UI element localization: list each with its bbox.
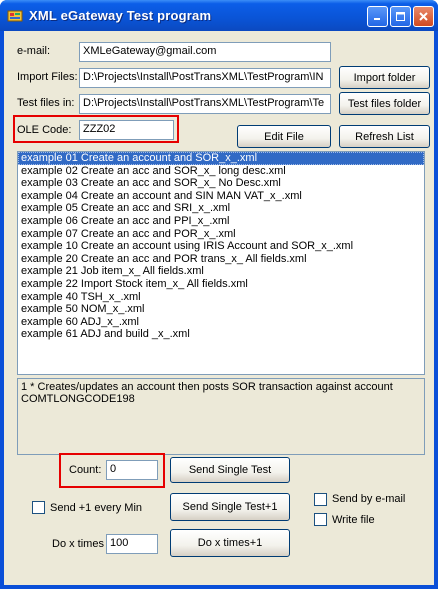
description-line-1: 1 * Creates/updates an account then post… [21, 381, 393, 393]
email-field[interactable]: XMLeGateway@gmail.com [79, 42, 331, 62]
import-files-label: Import Files: [17, 71, 78, 83]
do-x-times-plus1-button[interactable]: Do x times+1 [170, 529, 290, 557]
test-files-field[interactable]: D:\Projects\Install\PostTransXML\TestPro… [79, 94, 331, 114]
list-item[interactable]: example 02 Create an acc and SOR_x_ long… [18, 165, 424, 178]
do-x-times-field[interactable]: 100 [106, 534, 158, 554]
refresh-list-button[interactable]: Refresh List [339, 125, 430, 148]
edit-file-button[interactable]: Edit File [237, 125, 331, 148]
close-icon [419, 12, 428, 21]
list-item[interactable]: example 22 Import Stock item_x_ All fiel… [18, 278, 424, 291]
send-single-test-button[interactable]: Send Single Test [170, 457, 290, 483]
client-area: e-mail: XMLeGateway@gmail.com Import Fil… [4, 31, 434, 585]
list-item[interactable]: example 04 Create an account and SIN MAN… [18, 190, 424, 203]
list-item[interactable]: example 10 Create an account using IRIS … [18, 240, 424, 253]
ole-code-field[interactable]: ZZZ02 [79, 120, 174, 140]
test-file-list[interactable]: example 01 Create an account and SOR_x_.… [17, 151, 425, 375]
list-item[interactable]: example 21 Job item_x_ All fields.xml [18, 265, 424, 278]
send-by-email-label: Send by e-mail [332, 493, 406, 505]
list-item[interactable]: example 01 Create an account and SOR_x_.… [18, 152, 424, 165]
do-x-times-label: Do x times [52, 538, 104, 550]
test-files-folder-button[interactable]: Test files folder [339, 92, 430, 115]
list-item[interactable]: example 03 Create an acc and SOR_x_ No D… [18, 177, 424, 190]
send-by-email-checkbox[interactable] [314, 493, 327, 506]
count-label: Count: [69, 464, 102, 476]
write-file-checkbox[interactable] [314, 513, 327, 526]
minimize-icon [374, 18, 380, 20]
list-item[interactable]: example 61 ADJ and build _x_.xml [18, 328, 424, 341]
list-item[interactable]: example 50 NOM_x_.xml [18, 303, 424, 316]
import-files-field[interactable]: D:\Projects\Install\PostTransXML\TestPro… [79, 68, 331, 88]
test-files-label: Test files in: [17, 97, 75, 109]
description-box: 1 * Creates/updates an account then post… [17, 378, 425, 455]
app-icon [7, 10, 23, 22]
title-bar[interactable]: XML eGateway Test program [0, 0, 438, 31]
list-item[interactable]: example 07 Create an acc and POR_x_.xml [18, 228, 424, 241]
minimize-button[interactable] [367, 6, 388, 27]
write-file-label: Write file [332, 514, 375, 526]
send-plus1-checkbox[interactable] [32, 501, 45, 514]
maximize-icon [396, 12, 405, 21]
list-item[interactable]: example 20 Create an acc and POR trans_x… [18, 253, 424, 266]
app-window: XML eGateway Test program e-mail: XMLeGa… [0, 0, 438, 589]
send-plus1-label: Send +1 every Min [50, 502, 143, 514]
list-item[interactable]: example 06 Create an acc and PPI_x_.xml [18, 215, 424, 228]
ole-code-label: OLE Code: [17, 124, 72, 136]
send-single-test-plus1-button[interactable]: Send Single Test+1 [170, 493, 290, 521]
list-item[interactable]: example 05 Create an acc and SRI_x_.xml [18, 202, 424, 215]
list-item[interactable]: example 40 TSH_x_.xml [18, 291, 424, 304]
description-line-2: COMTLONGCODE198 [21, 393, 135, 405]
maximize-button[interactable] [390, 6, 411, 27]
email-label: e-mail: [17, 45, 51, 57]
close-button[interactable] [413, 6, 434, 27]
list-item[interactable]: example 60 ADJ_x_.xml [18, 316, 424, 329]
import-folder-button[interactable]: Import folder [339, 66, 430, 89]
window-title: XML eGateway Test program [29, 8, 212, 23]
count-field[interactable]: 0 [106, 460, 158, 480]
